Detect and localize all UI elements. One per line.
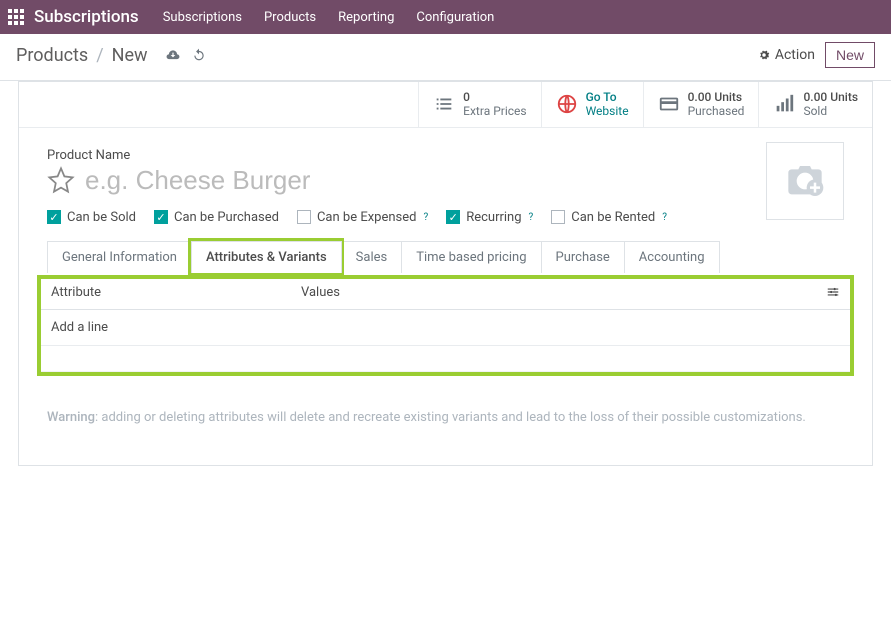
sliders-icon (826, 285, 840, 299)
menu-configuration[interactable]: Configuration (416, 10, 494, 25)
stat-extra-prices[interactable]: 0Extra Prices (418, 82, 540, 127)
new-button[interactable]: New (825, 42, 875, 68)
checkbox-icon (297, 210, 311, 224)
checkbox-icon (154, 210, 168, 224)
tab-accounting[interactable]: Accounting (624, 241, 720, 273)
menu-subscriptions[interactable]: Subscriptions (163, 10, 242, 25)
stat-go-to-website[interactable]: Go ToWebsite (541, 82, 643, 127)
breadcrumb-separator: / (96, 45, 103, 66)
menu-products[interactable]: Products (264, 10, 316, 25)
tab-general-information[interactable]: General Information (47, 241, 192, 273)
apps-grid-icon[interactable] (8, 9, 24, 25)
discard-icon[interactable] (192, 48, 206, 62)
product-options: Can be Sold Can be Purchased Can be Expe… (47, 210, 844, 225)
checkbox-icon (551, 210, 565, 224)
warning-text: Warning: adding or deleting attributes w… (19, 386, 872, 465)
col-header-values: Values (301, 285, 816, 303)
bars-icon (773, 93, 795, 115)
stat-sold[interactable]: 0.00 UnitsSold (758, 82, 872, 127)
breadcrumb: Products / New (16, 45, 206, 66)
attributes-tab-content: Attribute Values Add a line (37, 275, 854, 376)
stat-purchased[interactable]: 0.00 UnitsPurchased (643, 82, 759, 127)
app-title: Subscriptions (34, 7, 139, 27)
tab-purchase[interactable]: Purchase (541, 241, 625, 273)
product-name-label: Product Name (47, 148, 844, 163)
breadcrumb-parent[interactable]: Products (16, 45, 88, 66)
empty-row (41, 346, 850, 372)
checkbox-icon (47, 210, 61, 224)
action-dropdown[interactable]: Action (757, 47, 815, 63)
opt-can-be-expensed[interactable]: Can be Expensed? (297, 210, 428, 225)
tab-time-based-pricing[interactable]: Time based pricing (401, 241, 541, 273)
opt-can-be-purchased[interactable]: Can be Purchased (154, 210, 279, 225)
stat-buttons-row: 0Extra Prices Go ToWebsite 0.00 UnitsPur… (19, 82, 872, 128)
cloud-upload-icon[interactable] (166, 48, 180, 62)
credit-card-icon (658, 93, 680, 115)
tab-attributes-variants[interactable]: Attributes & Variants (191, 241, 342, 273)
globe-icon (556, 93, 578, 115)
top-menu: Subscriptions Products Reporting Configu… (163, 10, 495, 25)
opt-recurring[interactable]: Recurring? (446, 210, 533, 225)
checkbox-icon (446, 210, 460, 224)
notebook-tabs: General Information Attributes & Variant… (47, 241, 844, 273)
product-image-upload[interactable] (766, 142, 844, 220)
col-header-attribute: Attribute (51, 285, 301, 303)
product-name-input[interactable] (85, 165, 585, 196)
action-label: Action (775, 47, 815, 63)
menu-reporting[interactable]: Reporting (338, 10, 394, 25)
favorite-star-icon[interactable] (47, 166, 75, 194)
opt-can-be-sold[interactable]: Can be Sold (47, 210, 136, 225)
optional-columns-toggle[interactable] (816, 285, 840, 303)
opt-can-be-rented[interactable]: Can be Rented? (551, 210, 667, 225)
list-icon (433, 93, 455, 115)
tab-sales[interactable]: Sales (341, 241, 403, 273)
breadcrumb-current: New (112, 45, 148, 66)
gear-icon (757, 48, 771, 62)
form-sheet: 0Extra Prices Go ToWebsite 0.00 UnitsPur… (18, 81, 873, 466)
add-a-line[interactable]: Add a line (41, 310, 850, 346)
control-panel: Products / New Action New (0, 34, 891, 81)
camera-plus-icon (785, 161, 825, 201)
top-navbar: Subscriptions Subscriptions Products Rep… (0, 0, 891, 34)
